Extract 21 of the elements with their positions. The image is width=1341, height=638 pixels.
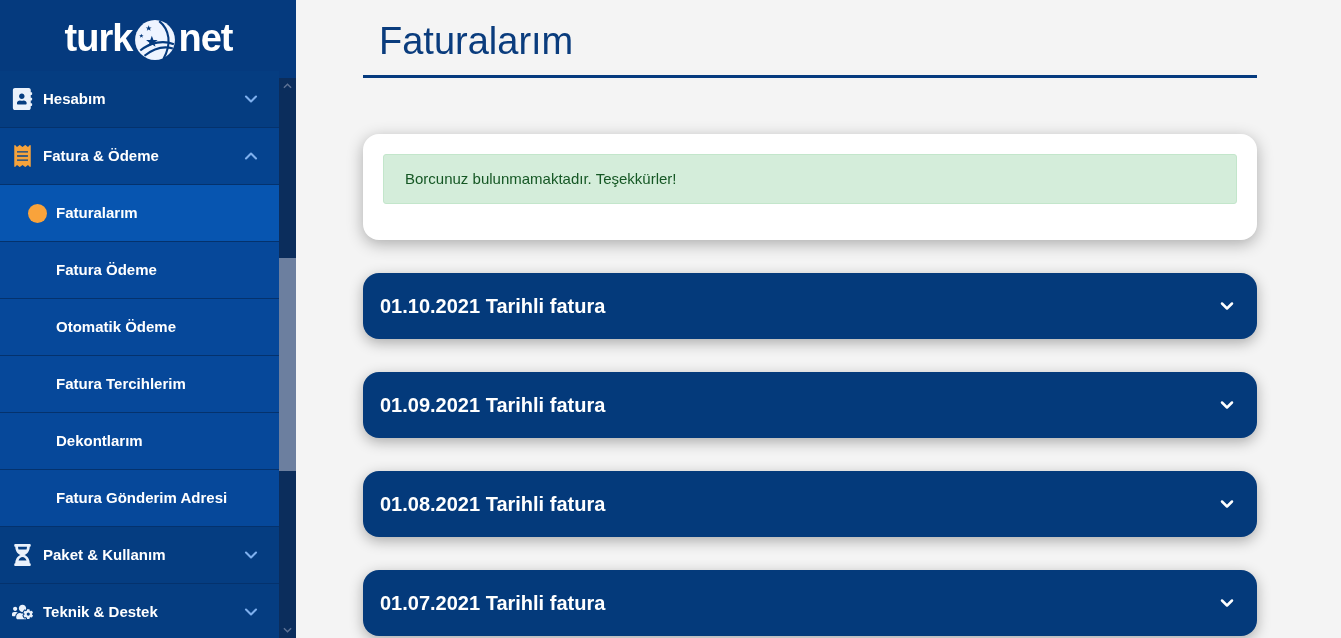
scroll-down-icon[interactable] (283, 627, 292, 633)
invoice-accordion[interactable]: 01.10.2021 Tarihli fatura (363, 273, 1257, 339)
receipt-icon (12, 145, 33, 167)
submenu-item[interactable]: Fatura Ödeme (0, 242, 279, 299)
logo-text: net (178, 18, 233, 57)
submenu-item[interactable]: Fatura Tercihlerim (0, 356, 279, 413)
invoice-accordion[interactable]: 01.08.2021 Tarihli fatura (363, 471, 1257, 537)
scroll-up-icon[interactable] (283, 83, 292, 89)
globe-icon (134, 18, 177, 61)
invoice-accordion[interactable]: 01.09.2021 Tarihli fatura (363, 372, 1257, 438)
invoice-accordion[interactable]: 01.07.2021 Tarihli fatura (363, 570, 1257, 636)
logo-text: turk (64, 18, 133, 57)
contact-book-icon (12, 88, 33, 110)
submenu-item[interactable]: Faturalarım (0, 185, 279, 242)
hourglass-icon (12, 544, 33, 566)
success-alert: Borcunuz bulunmamaktadır. Teşekkürler! (383, 154, 1237, 204)
submenu-item[interactable]: Otomatik Ödeme (0, 299, 279, 356)
scrollbar-thumb[interactable] (279, 258, 296, 471)
submenu-item[interactable]: Dekontlarım (0, 413, 279, 470)
page-title: Faturalarım (379, 19, 574, 64)
submenu-item[interactable]: Fatura Gönderim Adresi (0, 470, 279, 527)
